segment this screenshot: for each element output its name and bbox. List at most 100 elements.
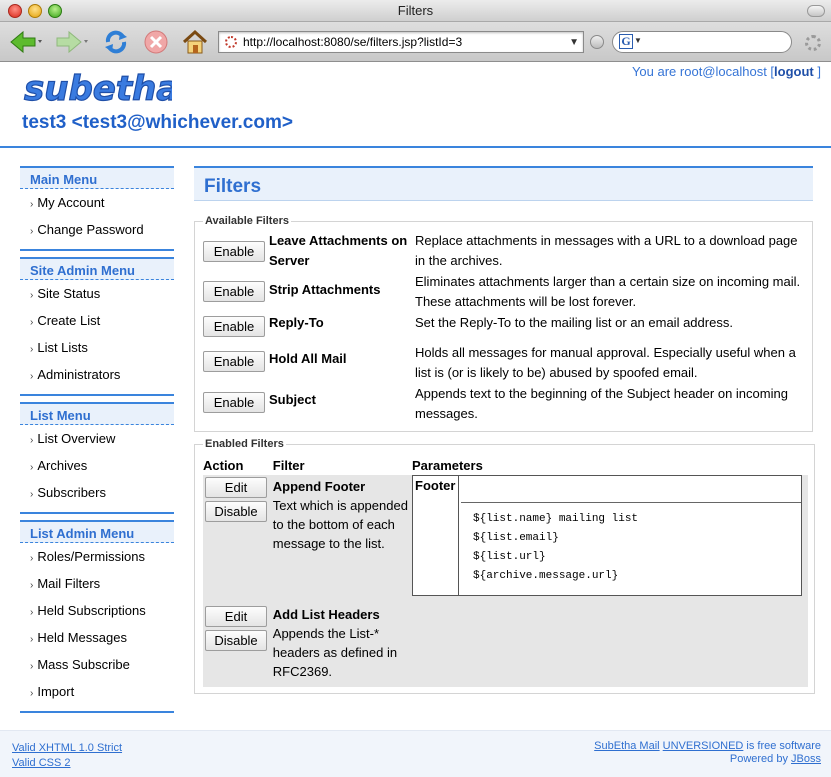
reload-icon	[105, 30, 127, 54]
chevron-right-icon: ›	[30, 661, 34, 672]
stop-button[interactable]	[142, 28, 170, 56]
sidebar-item-label: Mass Subscribe	[37, 657, 130, 672]
available-filter-row: Enable Hold All Mail Holds all messages …	[203, 343, 806, 384]
sidebar-item-label: Mail Filters	[37, 576, 101, 591]
chevron-down-icon[interactable]: ▼	[569, 37, 579, 48]
subetha-logo[interactable]: subetha	[22, 68, 179, 111]
filter-actions: Edit Disable	[203, 475, 273, 602]
list-admin-menu: List Admin Menu › Roles/Permissions › Mail…	[20, 520, 174, 713]
disable-button[interactable]: Disable	[205, 630, 267, 651]
footer-template-line: ${list.url}	[473, 551, 546, 563]
sidebar-item-list-overview[interactable]: › List Overview	[20, 425, 174, 452]
sidebar-item-mail-filters[interactable]: › Mail Filters	[20, 570, 174, 597]
sidebar-item-held-subscriptions[interactable]: › Held Subscriptions	[20, 597, 174, 624]
chevron-right-icon: ›	[30, 462, 34, 473]
valid-xhtml-link[interactable]: Valid XHTML 1.0 Strict	[12, 742, 122, 754]
chevron-right-icon: ›	[30, 317, 34, 328]
filter-name: Append Footer	[272, 479, 366, 494]
sidebar-item-label: Archives	[37, 458, 88, 473]
parameter-name: Footer	[412, 475, 459, 596]
filter-description: Replace attachments in messages with a U…	[415, 233, 798, 268]
enable-button[interactable]: Enable	[203, 392, 265, 413]
window-titlebar: Filters	[0, 0, 831, 22]
user-status-text: You are root@localhost [	[631, 64, 775, 79]
valid-css-link[interactable]: Valid CSS 2	[12, 757, 71, 769]
enable-button[interactable]: Enable	[203, 281, 265, 302]
minimize-window-button[interactable]	[28, 4, 42, 18]
chevron-right-icon: ›	[30, 199, 34, 210]
edit-button[interactable]: Edit	[205, 477, 267, 498]
chevron-right-icon: ›	[30, 226, 34, 237]
sidebar-item-site-status[interactable]: › Site Status	[20, 280, 174, 307]
parameter-value[interactable]: ${list.name} mailing list ${list.email} …	[458, 475, 802, 596]
jboss-link[interactable]: JBoss	[791, 753, 821, 765]
chevron-right-icon: ›	[30, 580, 34, 591]
sidebar-item-list-lists[interactable]: › List Lists	[20, 334, 174, 361]
sidebar-item-subscribers[interactable]: › Subscribers	[20, 479, 174, 506]
logout-link[interactable]: logout	[774, 64, 814, 79]
window-title: Filters	[397, 3, 434, 18]
zoom-window-button[interactable]	[48, 4, 62, 18]
address-bar[interactable]: http://localhost:8080/se/filters.jsp?lis…	[218, 31, 584, 53]
version-link[interactable]: UNVERSIONED	[663, 740, 744, 752]
go-button[interactable]	[590, 35, 604, 49]
filter-actions: Edit Disable	[203, 602, 273, 687]
filter-parameters	[412, 602, 808, 687]
footer-template-line: ${archive.message.url}	[473, 570, 619, 582]
chevron-right-icon: ›	[30, 489, 34, 500]
filter-description: Holds all messages for manual approval. …	[415, 345, 796, 380]
chevron-right-icon: ›	[30, 290, 34, 301]
list-title: test3 <test3@whichever.com>	[22, 112, 293, 133]
sidebar-item-change-password[interactable]: › Change Password	[20, 216, 174, 243]
activity-throbber-icon	[805, 35, 821, 51]
address-url: http://localhost:8080/se/filters.jsp?lis…	[243, 35, 463, 49]
user-status: You are root@localhost [logout ]	[632, 64, 821, 79]
table-header-row: Action Filter Parameters	[203, 454, 808, 475]
logo-lettering: subetha	[24, 70, 172, 108]
chevron-right-icon: ›	[30, 688, 34, 699]
enable-button[interactable]: Enable	[203, 316, 265, 337]
enabled-filters-table: Action Filter Parameters Edit Disable Ap…	[203, 454, 808, 687]
subetha-mail-link[interactable]: SubEtha Mail	[594, 740, 659, 752]
sidebar-item-my-account[interactable]: › My Account	[20, 189, 174, 216]
sidebar-item-label: List Overview	[37, 431, 116, 446]
subetha-logo-image: subetha	[23, 68, 179, 109]
sidebar-item-import[interactable]: › Import	[20, 678, 174, 705]
sidebar-item-label: Change Password	[37, 222, 144, 237]
chevron-right-icon: ›	[30, 371, 34, 382]
search-engine-dropdown-icon[interactable]: ▼	[634, 36, 642, 45]
home-button[interactable]	[180, 28, 210, 56]
search-field[interactable]: G ▼	[612, 31, 792, 53]
reload-button[interactable]	[100, 28, 132, 56]
edit-button[interactable]: Edit	[205, 606, 267, 627]
sidebar-item-mass-subscribe[interactable]: › Mass Subscribe	[20, 651, 174, 678]
chevron-right-icon: ›	[30, 634, 34, 645]
disable-button[interactable]: Disable	[205, 501, 267, 522]
main-menu-title: Main Menu	[20, 168, 174, 189]
filter-description: Appends the List-* headers as defined in…	[272, 626, 398, 679]
sidebar-item-held-messages[interactable]: › Held Messages	[20, 624, 174, 651]
sidebar-item-label: Subscribers	[37, 485, 106, 500]
close-window-button[interactable]	[8, 4, 22, 18]
sidebar-item-roles-permissions[interactable]: › Roles/Permissions	[20, 543, 174, 570]
toolbar-toggle-button[interactable]	[807, 5, 825, 17]
enabled-filters-legend: Enabled Filters	[205, 438, 284, 450]
sidebar-item-create-list[interactable]: › Create List	[20, 307, 174, 334]
chevron-right-icon: ›	[30, 435, 34, 446]
enable-button[interactable]: Enable	[203, 241, 265, 262]
page: subetha You are root@localhost [logout ]…	[0, 62, 831, 777]
powered-by-text: Powered by	[729, 753, 792, 765]
back-button[interactable]	[8, 28, 44, 56]
footer-template-text: ${list.name} mailing list ${list.email} …	[459, 503, 801, 594]
page-footer: Valid XHTML 1.0 Strict Valid CSS 2 SubEt…	[0, 730, 831, 777]
forward-button[interactable]	[54, 28, 90, 56]
sidebar-item-archives[interactable]: › Archives	[20, 452, 174, 479]
enable-button[interactable]: Enable	[203, 351, 265, 372]
footer-template-line: ${list.name} mailing list	[473, 513, 639, 525]
sidebar-item-label: Roles/Permissions	[37, 549, 145, 564]
free-software-text: is free software	[743, 740, 821, 752]
user-status-suffix: ]	[813, 64, 821, 79]
sidebar-item-label: Held Messages	[37, 630, 127, 645]
google-search-engine-icon[interactable]: G	[619, 34, 633, 49]
sidebar-item-administrators[interactable]: › Administrators	[20, 361, 174, 388]
